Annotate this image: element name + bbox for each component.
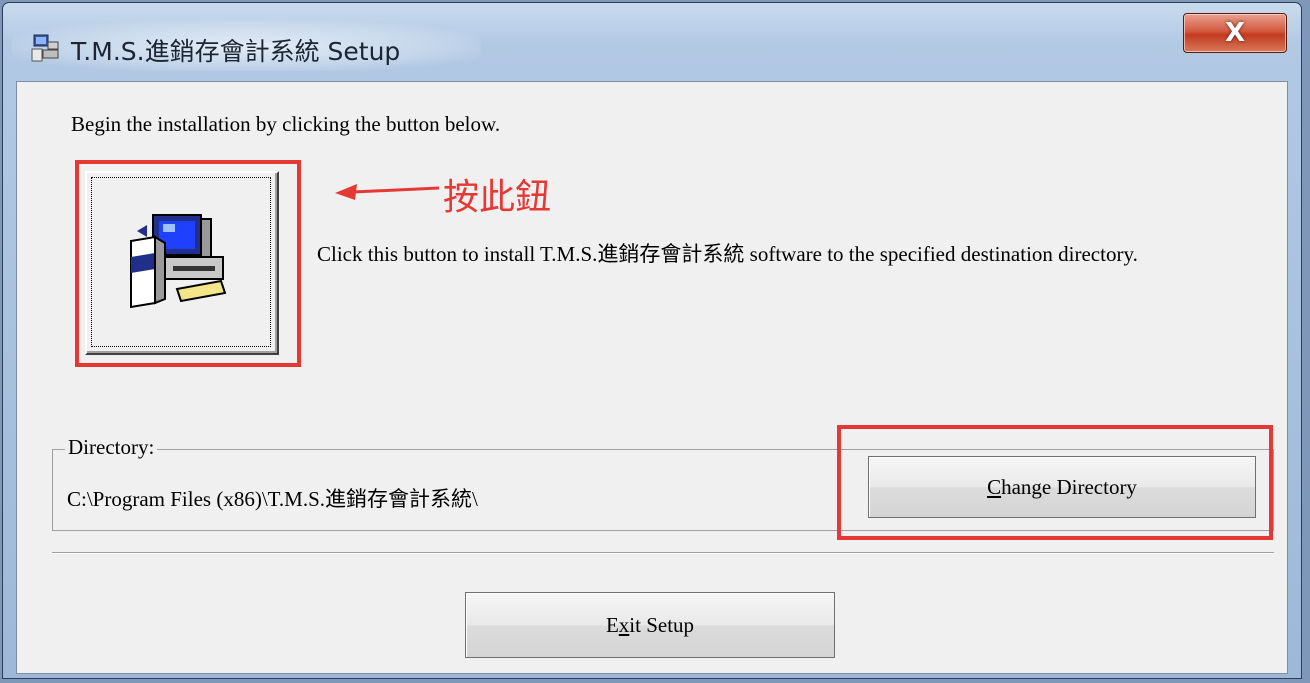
change-directory-button[interactable]: Change Directory	[868, 456, 1256, 518]
close-icon: X	[1224, 18, 1246, 48]
change-directory-label: hange Directory	[1001, 474, 1137, 499]
install-button[interactable]	[85, 171, 279, 355]
exit-setup-label-start: E	[605, 612, 619, 637]
exit-setup-button[interactable]: Ex it Setup	[465, 592, 835, 658]
intro-text: Begin the installation by clicking the b…	[71, 112, 501, 136]
window-title: T.M.S.進銷存會計系統 Setup	[71, 37, 401, 66]
separator	[52, 552, 1274, 554]
exit-setup-mnemonic: x	[618, 612, 630, 637]
setup-app-icon	[31, 34, 59, 62]
directory-path: C:\Program Files (x86)\T.M.S.進銷存會計系統\	[67, 487, 478, 511]
directory-label: Directory:	[65, 435, 158, 460]
change-directory-mnemonic: C	[987, 474, 1002, 499]
setup-window: T.M.S.進銷存會計系統 Setup X Begin the installa…	[2, 2, 1302, 679]
close-button[interactable]: X	[1183, 13, 1287, 53]
arrow-left-icon	[335, 184, 440, 200]
dialog-body: Begin the installation by clicking the b…	[16, 81, 1288, 674]
annotation-text: 按此鈕	[443, 177, 552, 218]
install-description: Click this button to install T.M.S.進銷存會計…	[317, 242, 1138, 266]
title-bar[interactable]: T.M.S.進銷存會計系統 Setup X	[3, 3, 1301, 81]
computer-install-icon	[130, 214, 227, 309]
exit-setup-label-end: it Setup	[629, 612, 695, 637]
